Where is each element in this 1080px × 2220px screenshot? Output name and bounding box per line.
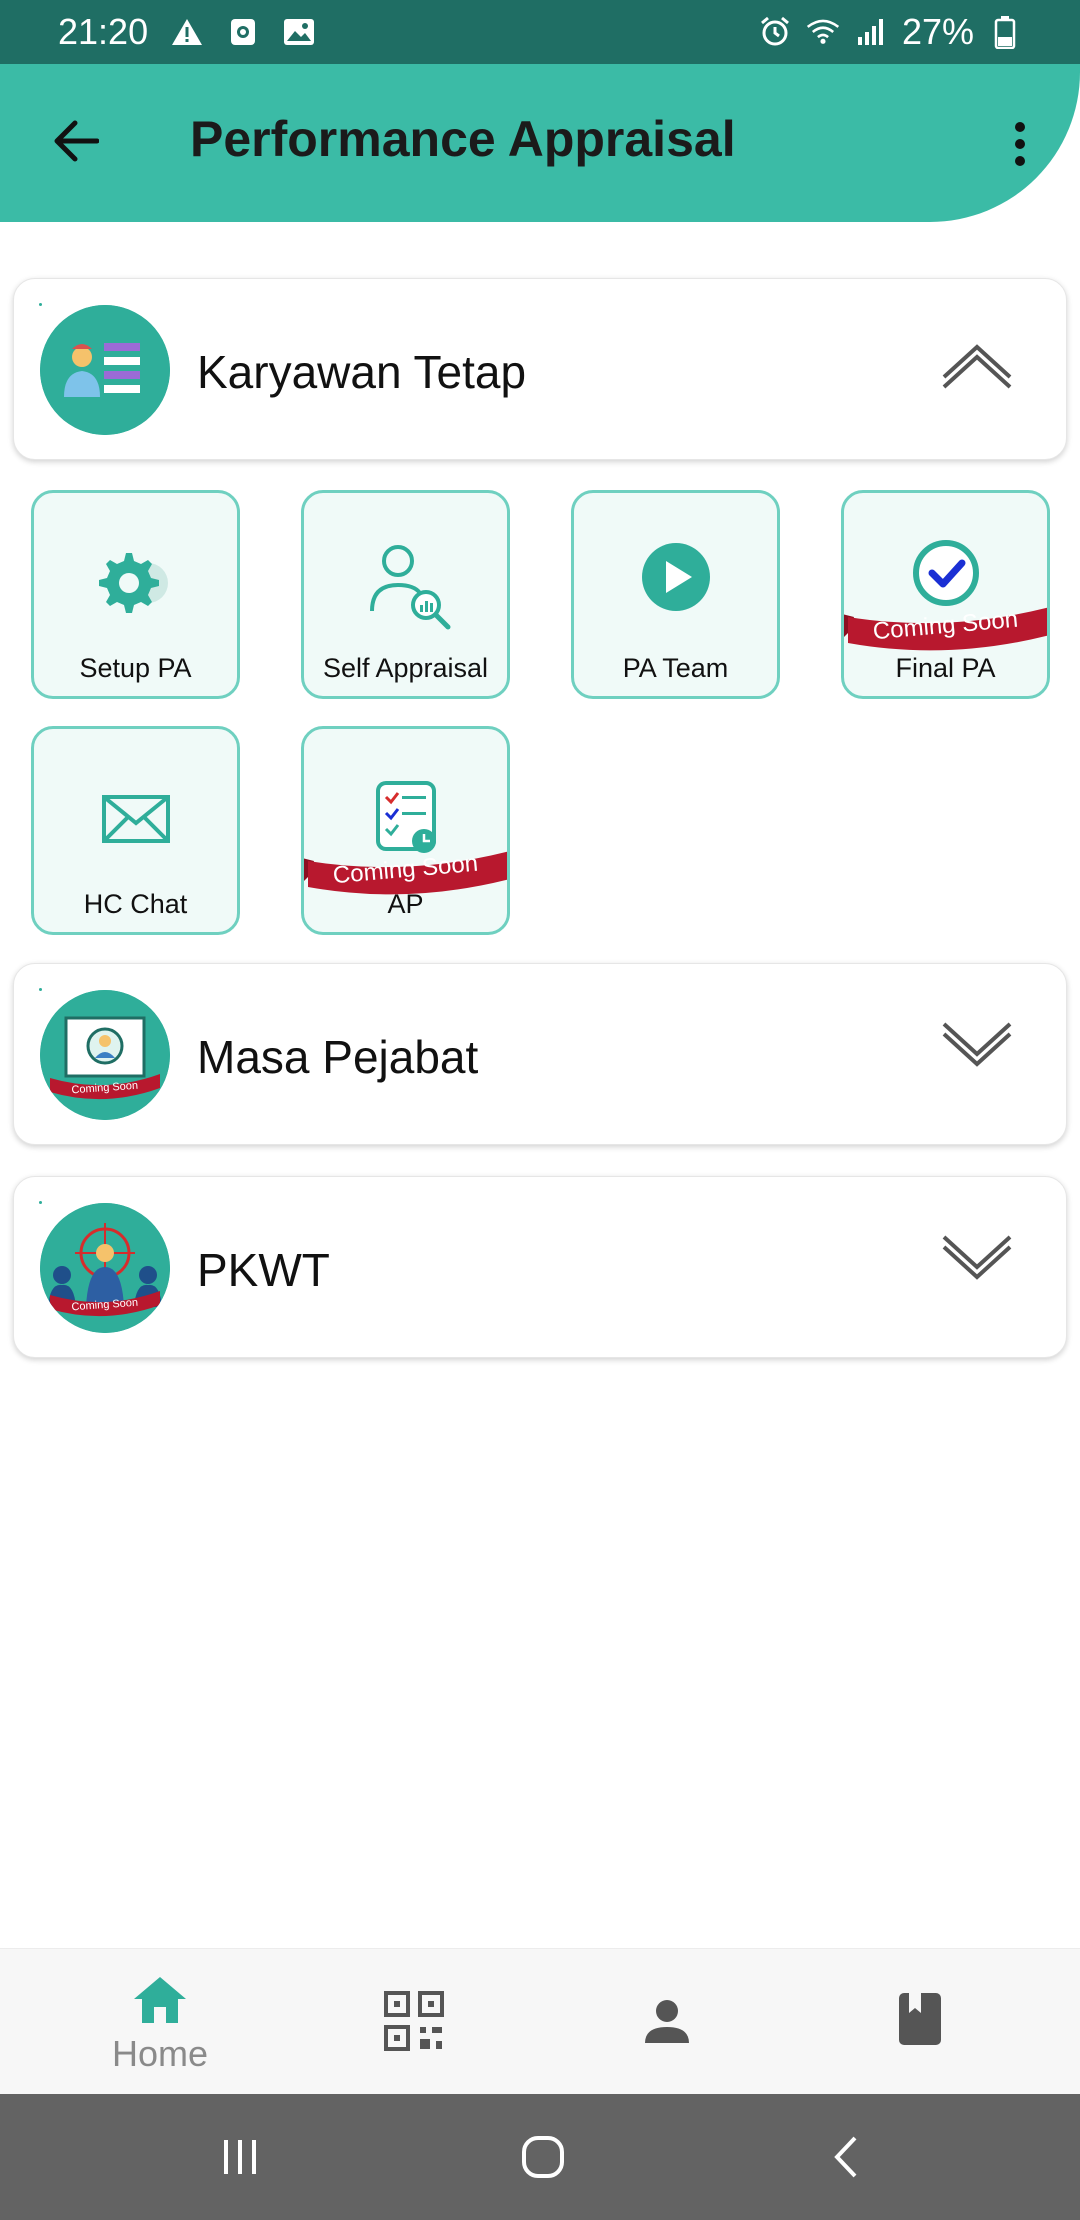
section-pkwt[interactable]: Coming Soon PKWT [13,1176,1067,1358]
dot-marker [39,988,42,991]
app-bar: Performance Appraisal [0,64,1080,222]
book-icon [899,1993,941,2045]
qr-code-icon [384,1991,444,2051]
tile-hc-chat[interactable]: HC Chat [31,726,240,935]
battery-percent: 27% [901,11,974,52]
tile-label: PA Team [622,653,729,683]
tile-label: Setup PA [79,653,192,683]
status-bar: 21:20 27% [0,0,1080,64]
home-icon [134,1977,186,2023]
section-karyawan-tetap[interactable]: Karyawan Tetap [13,278,1067,460]
recent-apps-button[interactable] [205,2124,275,2190]
employee-list-icon [40,305,170,435]
section-masa-pejabat[interactable]: Coming Soon Masa Pejabat [13,963,1067,1145]
back-button[interactable] [40,106,110,176]
more-options-button[interactable] [998,109,1042,179]
home-circle-icon [522,2136,564,2178]
tile-final-pa[interactable]: Coming Soon Final PA [841,490,1050,699]
nav-label-home: Home [111,2033,209,2074]
more-vert-icon [1015,122,1025,166]
system-back-button[interactable] [811,2124,881,2190]
tile-pa-team[interactable]: PA Team [571,490,780,699]
wifi-icon [806,15,840,49]
bottom-navigation: Home [0,1948,1080,2094]
gear-icon [98,553,168,613]
status-right: 27% [758,11,1022,53]
system-navigation [0,2094,1080,2220]
presentation-icon: Coming Soon [40,990,170,1120]
dot-marker [39,1201,42,1204]
tile-label: Self Appraisal [322,653,489,683]
play-icon [641,543,710,611]
section-title: Masa Pejabat [197,1031,479,1083]
tile-ap[interactable]: Coming Soon AP [301,726,510,935]
status-left: 21:20 [58,11,316,53]
chevron-down-icon[interactable] [940,1233,1014,1289]
chevron-down-icon[interactable] [940,1020,1014,1076]
envelope-icon [101,795,170,843]
nav-item-qr[interactable] [279,1949,549,2095]
screen-record-icon [226,15,260,49]
tile-setup-pa[interactable]: Setup PA [31,490,240,699]
target-person-icon: Coming Soon [40,1203,170,1333]
person-search-icon [369,545,450,630]
signal-icon [854,15,888,49]
nav-item-profile[interactable] [532,1949,802,2095]
warning-icon [170,15,204,49]
page-title: Performance Appraisal [190,111,736,167]
tile-label: AP [387,889,424,919]
dot-marker [39,303,42,306]
status-time: 21:20 [58,11,149,52]
battery-icon [988,15,1022,49]
system-home-button[interactable] [508,2124,578,2190]
section-title: PKWT [197,1244,330,1296]
section-title: Karyawan Tetap [197,346,527,398]
arrow-left-icon [54,120,99,162]
back-chevron-icon [834,2136,857,2178]
nav-item-home[interactable]: Home [25,1949,295,2095]
tile-label: HC Chat [83,889,188,919]
chevron-up-icon[interactable] [940,335,1014,391]
tile-self-appraisal[interactable]: Self Appraisal [301,490,510,699]
app-screen: 21:20 27% Performance Appraisal Karyawan… [0,0,1080,2220]
person-icon [645,2000,689,2043]
tile-label: Final PA [895,653,996,683]
image-icon [282,15,316,49]
nav-item-book[interactable] [785,1949,1055,2095]
alarm-icon [758,15,792,49]
recent-apps-icon [224,2140,256,2174]
